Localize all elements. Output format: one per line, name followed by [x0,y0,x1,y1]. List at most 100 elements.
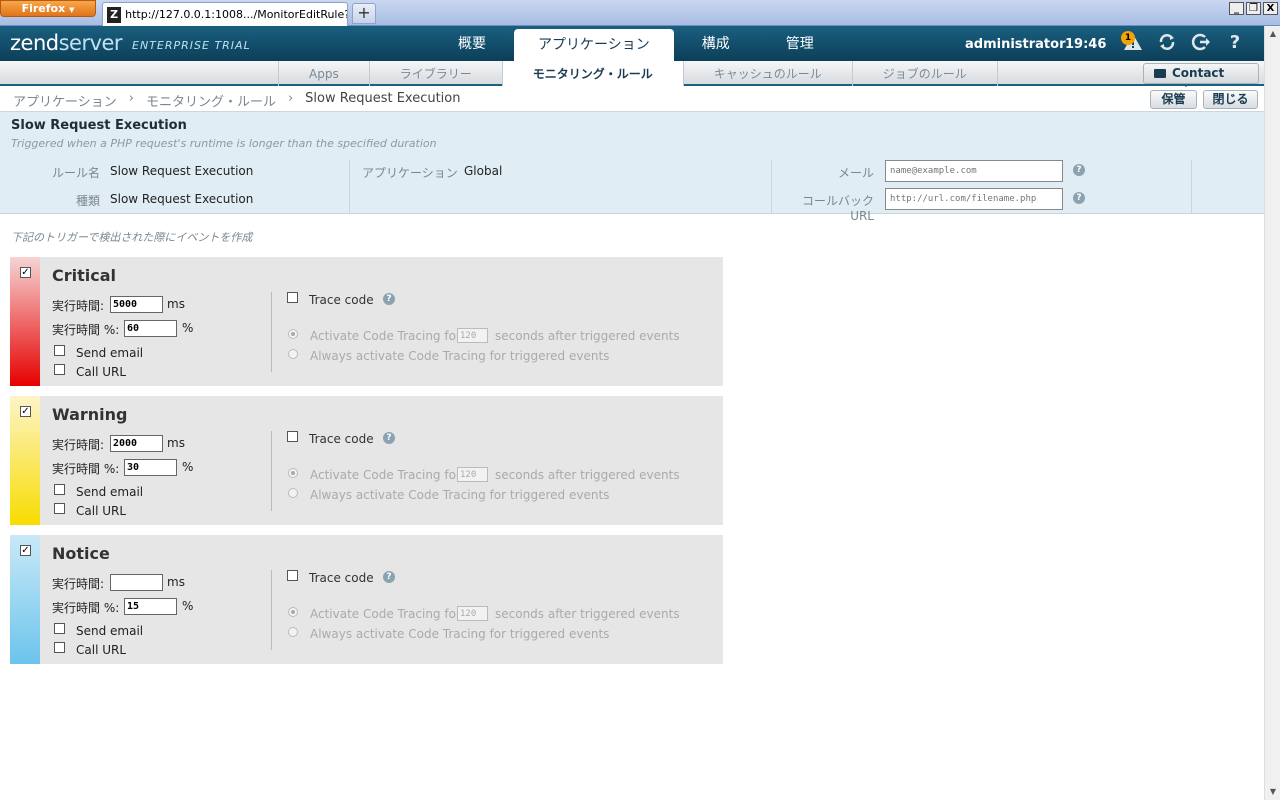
rule-title: Slow Request Execution [11,118,187,133]
rule-type-label: 種類 [75,194,100,208]
application-label: アプリケーション [362,166,458,180]
subnav-apps[interactable]: Apps [278,61,369,86]
trace-seconds-input[interactable] [457,467,488,482]
trace-seconds-input[interactable] [457,606,488,621]
browser-tab[interactable]: Z http://127.0.0.1:1008.../MonitorEditRu… [102,2,348,26]
exec-pct-input[interactable] [124,598,177,615]
sub-nav-items: Apps ライブラリー モニタリング・ルール キャッシュのルール ジョブのルール [278,61,998,86]
severity-panel-warning: ✓ Warning 実行時間: ms 実行時間 %: % Send email … [10,396,723,525]
always-activate-text: Always activate Code Tracing for trigger… [310,627,610,641]
callback-help-icon[interactable]: ? [1073,192,1085,204]
restore-button[interactable]: ❐ [1246,2,1261,15]
severity-enabled-checkbox[interactable]: ✓ [20,267,31,278]
close-window-button[interactable]: X [1263,2,1278,15]
send-email-label: Send email [76,624,144,638]
logout-icon[interactable] [1190,32,1212,54]
exec-pct-input[interactable] [124,320,177,337]
call-url-checkbox[interactable] [54,364,65,375]
scroll-down-icon[interactable]: ▼ [1266,785,1280,799]
new-tab-button[interactable]: + [352,3,376,24]
nav-administration[interactable]: 管理 [758,26,842,61]
trace-code-help-icon[interactable]: ? [383,293,395,305]
edition-label: ENTERPRISE TRIAL [132,39,251,52]
trace-code-checkbox[interactable] [287,570,298,581]
callback-url-field[interactable] [885,188,1063,210]
tab-title: http://127.0.0.1:1008.../MonitorEditRule… [125,8,347,21]
exec-pct-input[interactable] [124,459,177,476]
exec-pct-label: 実行時間 %: [52,601,120,615]
help-icon[interactable]: ? [1224,32,1246,54]
contact-zend-button[interactable]: Contact Zend [1143,63,1259,99]
call-url-checkbox[interactable] [54,642,65,653]
subnav-libraries[interactable]: ライブラリー [368,61,502,86]
zend-server-logo[interactable]: zendserver [10,31,123,55]
subnav-monitoring-rules[interactable]: モニタリング・ルール [501,61,683,86]
activate-suffix-text: seconds after triggered events [495,468,680,482]
nav-configuration[interactable]: 構成 [674,26,758,61]
subnav-cache-rules[interactable]: キャッシュのルール [682,61,852,86]
breadcrumb-current: Slow Request Execution [305,91,461,106]
exec-time-input[interactable] [110,435,163,452]
divider [349,160,350,213]
always-activate-radio[interactable] [288,349,298,359]
scroll-up-icon[interactable]: ▲ [1266,27,1280,41]
trace-code-label: Trace code [309,293,374,307]
send-email-checkbox[interactable] [54,484,65,495]
subnav-job-rules[interactable]: ジョブのルール [851,61,998,86]
logo-server: server [58,31,123,55]
divider [271,431,272,511]
alert-icon[interactable]: 1 [1121,31,1144,54]
trace-code-checkbox[interactable] [287,431,298,442]
exec-time-label: 実行時間: [52,438,105,452]
chat-icon [1154,69,1166,78]
server-time: 19:46 [1065,37,1107,52]
rule-type-value: Slow Request Execution [110,192,254,206]
severity-enabled-checkbox[interactable]: ✓ [20,545,31,556]
divider [771,160,772,213]
trace-code-label: Trace code [309,432,374,446]
breadcrumb-applications[interactable]: アプリケーション [13,91,117,110]
vertical-scrollbar[interactable]: ▲ ▼ [1264,26,1280,800]
save-button[interactable]: 保管 [1150,90,1197,109]
activate-prefix-text: Activate Code Tracing for [310,607,461,621]
trace-seconds-input[interactable] [457,328,488,343]
severity-enabled-checkbox[interactable]: ✓ [20,406,31,417]
email-help-icon[interactable]: ? [1073,164,1085,176]
exec-pct-unit: % [182,321,194,335]
exec-time-unit: ms [167,297,185,311]
activate-for-seconds-radio[interactable] [288,607,298,617]
call-url-label: Call URL [76,504,127,518]
alert-count-badge: 1 [1121,31,1135,45]
email-field[interactable] [885,160,1063,182]
application-value: Global [464,164,503,178]
nav-overview[interactable]: 概要 [430,26,514,61]
exec-time-input[interactable] [110,296,163,313]
send-email-label: Send email [76,346,144,360]
trace-code-help-icon[interactable]: ? [383,432,395,444]
exec-time-unit: ms [167,575,185,589]
email-label: メール [837,166,874,180]
call-url-checkbox[interactable] [54,503,65,514]
send-email-checkbox[interactable] [54,623,65,634]
severity-name: Critical [52,266,117,285]
activate-prefix-text: Activate Code Tracing for [310,468,461,482]
user-name[interactable]: administrator [965,37,1065,52]
send-email-checkbox[interactable] [54,345,65,356]
activate-for-seconds-radio[interactable] [288,329,298,339]
severity-name: Warning [52,405,128,424]
exec-pct-label: 実行時間 %: [52,462,120,476]
refresh-icon[interactable] [1156,32,1178,54]
always-activate-radio[interactable] [288,627,298,637]
minimize-button[interactable]: _ [1229,2,1244,15]
firefox-menu-button[interactable]: Firefox ▼ [0,0,96,17]
exec-time-input[interactable] [110,574,163,591]
breadcrumb-monitoring-rules[interactable]: モニタリング・ルール [146,91,276,110]
trace-code-checkbox[interactable] [287,292,298,303]
breadcrumb-bar: アプリケーション › モニタリング・ルール › Slow Request Exe… [0,87,1264,112]
close-button[interactable]: 閉じる [1203,90,1258,109]
nav-applications[interactable]: アプリケーション [514,29,674,61]
activate-for-seconds-radio[interactable] [288,468,298,478]
trace-code-help-icon[interactable]: ? [383,571,395,583]
divider [271,292,272,372]
always-activate-radio[interactable] [288,488,298,498]
